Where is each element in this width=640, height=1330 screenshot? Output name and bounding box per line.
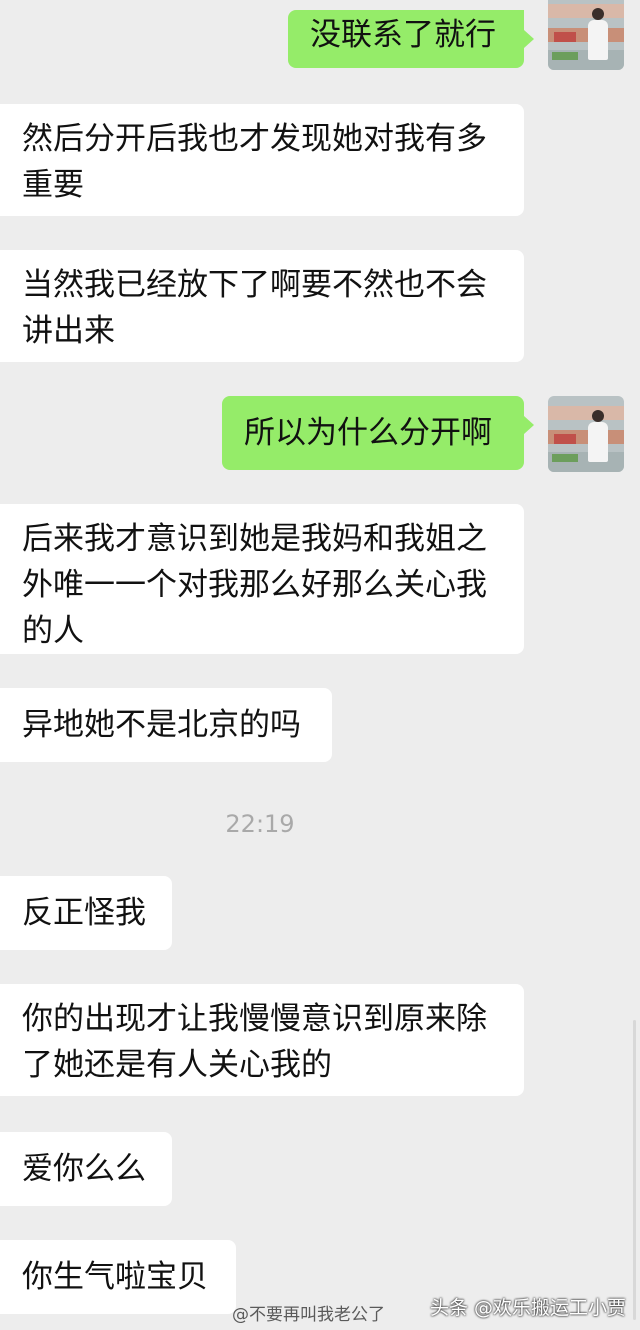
weibo-watermark: @不要再叫我老公了 xyxy=(232,1305,385,1325)
message-timestamp: 22:19 xyxy=(225,810,295,838)
toutiao-watermark: 头条 @欢乐搬运工小贾 xyxy=(429,1297,626,1319)
avatar-photo-person xyxy=(588,422,608,462)
avatar-photo-shelf xyxy=(548,4,624,18)
avatar-photo-shelf xyxy=(548,406,624,420)
avatar-photo-person xyxy=(592,8,604,20)
received-message-bubble[interactable]: 你的出现才让我慢慢意识到原来除了她还是有人关心我的 xyxy=(0,984,524,1096)
received-message-bubble[interactable]: 异地她不是北京的吗 xyxy=(0,688,332,762)
received-message-bubble[interactable]: 然后分开后我也才发现她对我有多重要 xyxy=(0,104,524,216)
avatar-photo-person xyxy=(592,410,604,422)
sent-message-bubble[interactable]: 没联系了就行 xyxy=(288,10,534,68)
user-avatar[interactable] xyxy=(548,0,624,70)
avatar-photo-produce xyxy=(554,434,576,444)
received-message-bubble[interactable]: 当然我已经放下了啊要不然也不会讲出来 xyxy=(0,250,524,362)
sent-message-bubble[interactable]: 所以为什么分开啊 xyxy=(222,396,534,470)
user-avatar[interactable] xyxy=(548,396,624,472)
avatar-photo-produce xyxy=(552,52,578,60)
avatar-photo-produce xyxy=(552,454,578,462)
received-message-bubble[interactable]: 爱你么么 xyxy=(0,1132,172,1206)
received-message-bubble[interactable]: 反正怪我 xyxy=(0,876,172,950)
received-message-bubble[interactable]: 你生气啦宝贝 xyxy=(0,1240,236,1314)
avatar-photo-produce xyxy=(554,32,576,42)
received-message-bubble[interactable]: 后来我才意识到她是我妈和我姐之外唯一一个对我那么好那么关心我的人 xyxy=(0,504,524,654)
avatar-photo-person xyxy=(588,20,608,60)
scrollbar[interactable] xyxy=(633,1020,636,1320)
